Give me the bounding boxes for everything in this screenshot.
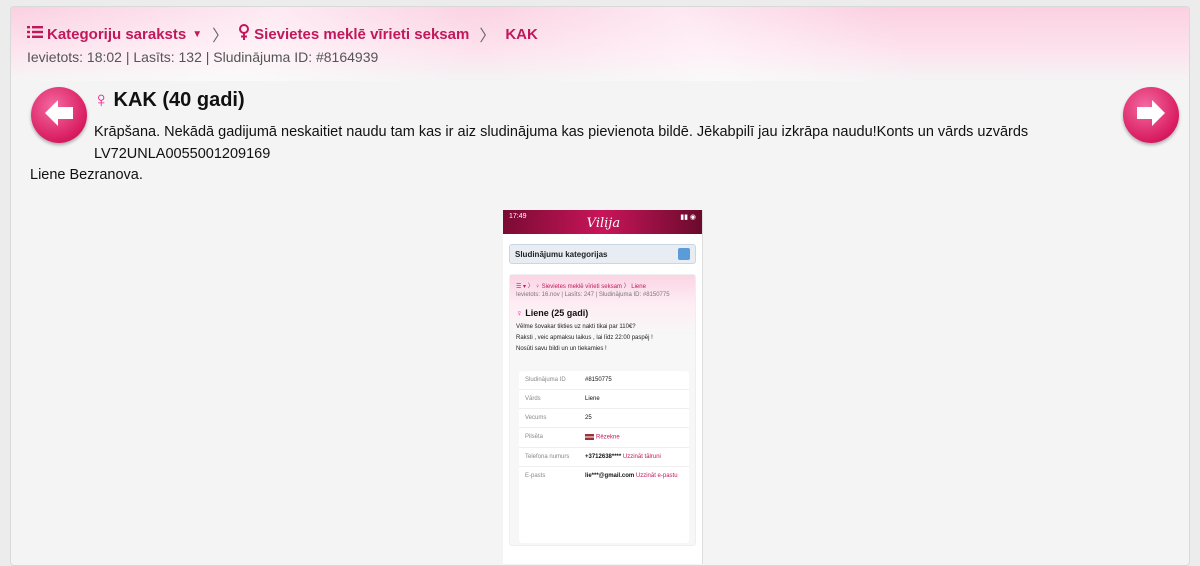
attached-screenshot[interactable]: 17:49 Vilija ▮▮ ◉ Sludinājumu kategorija… xyxy=(503,210,703,564)
table-row: E-pasts lie***@gmail.com Uzzināt e-pastu xyxy=(519,467,689,485)
previous-ad-button[interactable] xyxy=(31,87,87,143)
row-key: Telefona numurs xyxy=(525,453,570,460)
phone-number: +3712638**** xyxy=(585,453,622,460)
phone-meta: Ievietots: 16.nov | Lasīts: 247 | Sludin… xyxy=(516,292,670,298)
row-key: Pilsēta xyxy=(525,434,544,440)
phone-title: ♀ Liene (25 gadi) xyxy=(510,298,695,318)
row-key: Sludinājuma ID xyxy=(525,377,566,383)
row-value: Rēzekne xyxy=(585,434,683,441)
table-row: Pilsēta Rēzekne xyxy=(519,428,689,448)
ad-description: Krāpšana. Nekādā gadijumā neskaitiet nau… xyxy=(94,124,1029,162)
chevron-right-icon: 〉 xyxy=(479,28,496,45)
row-key: Vecums xyxy=(525,415,547,421)
phone-details-table: Sludinājuma ID #8150775 Vārds Liene Vecu… xyxy=(519,371,689,543)
phone-desc-line: Nosūti savu bildi un un tiekamies ! xyxy=(516,346,607,352)
ad-card: Kategoriju saraksts ▼ 〉 Sievietes meklē … xyxy=(10,6,1190,566)
row-value: lie***@gmail.com Uzzināt e-pastu xyxy=(585,473,683,479)
female-icon: ♀ xyxy=(93,87,110,112)
reveal-phone-link: Uzzināt tālruni xyxy=(622,453,661,460)
phone-ad-card: ☰ ▾ 〉 ♀ Sievietes meklē vīrieti seksam 〉… xyxy=(509,274,696,546)
phone-desc-line: Vēlme šovakar tikties uz nakti tikai par… xyxy=(516,324,636,330)
ad-title: ♀ KAK (40 gadi) xyxy=(93,87,245,113)
phone-category-bar: Sludinājumu kategorijas xyxy=(509,244,696,264)
site-logo: Vilija xyxy=(586,216,621,231)
menu-icon xyxy=(678,248,690,260)
caret-down-icon: ▼ xyxy=(192,28,203,40)
phone-breadcrumb-section: Sievietes meklē vīrieti seksam xyxy=(541,284,622,290)
chevron-right-icon: 〉 xyxy=(212,28,229,45)
row-key: E-pasts xyxy=(525,472,546,479)
phone-desc-line: Raksti , veic apmaksu laikus , lai līdz … xyxy=(516,335,653,341)
reveal-email-link: Uzzināt e-pastu xyxy=(635,472,678,479)
row-key: Vārds xyxy=(525,396,541,402)
row-value: 25 xyxy=(585,415,592,421)
breadcrumb-section[interactable]: Sievietes meklē vīrieti seksam xyxy=(238,24,469,44)
ad-title-text: KAK (40 gadi) xyxy=(113,88,245,111)
arrow-right-icon xyxy=(1137,99,1165,131)
breadcrumb-current-label: KAK xyxy=(505,25,538,43)
breadcrumb-categories-label: Kategoriju saraksts xyxy=(47,25,187,43)
table-row: Telefona numurs +3712638**** Uzzināt tāl… xyxy=(519,448,689,467)
ad-author-line: Liene Bezranova. xyxy=(30,167,143,183)
table-row: Sludinājuma ID #8150775 xyxy=(519,371,689,390)
phone-breadcrumb-current: Liene xyxy=(631,284,646,290)
phone-breadcrumb: ☰ ▾ 〉 ♀ Sievietes meklē vīrieti seksam 〉… xyxy=(516,284,646,290)
phone-title-text: Liene (25 gadi) xyxy=(525,308,589,318)
city-link: Rēzekne xyxy=(596,434,620,441)
phone-time: 17:49 xyxy=(509,213,527,220)
status-icons: ▮▮ ◉ xyxy=(680,214,696,221)
email: lie***@gmail.com xyxy=(585,472,635,479)
row-value: #8150775 xyxy=(585,377,612,383)
table-row: Vecums 25 xyxy=(519,409,689,428)
next-ad-button[interactable] xyxy=(1123,87,1179,143)
arrow-left-icon xyxy=(45,99,73,131)
list-icon xyxy=(27,25,43,43)
phone-category-label: Sludinājumu kategorijas xyxy=(515,249,608,259)
breadcrumb-current[interactable]: KAK xyxy=(505,26,538,43)
row-value: Liene xyxy=(585,396,600,402)
breadcrumb-categories[interactable]: Kategoriju saraksts ▼ xyxy=(27,25,202,43)
header-background xyxy=(11,7,1189,81)
phone-status-bar: 17:49 Vilija ▮▮ ◉ xyxy=(503,210,702,234)
phone-description: Vēlme šovakar tikties uz nakti tikai par… xyxy=(510,318,695,355)
table-row: Vārds Liene xyxy=(519,390,689,409)
row-value: +3712638**** Uzzināt tālruni xyxy=(585,454,683,460)
breadcrumb: Kategoriju saraksts ▼ 〉 Sievietes meklē … xyxy=(27,24,538,45)
ad-meta: Ievietots: 18:02 | Lasīts: 132 | Sludinā… xyxy=(27,49,379,65)
female-icon xyxy=(238,24,250,44)
female-icon: ♀ xyxy=(516,308,523,318)
breadcrumb-section-label: Sievietes meklē vīrieti seksam xyxy=(254,25,470,43)
latvia-flag-icon xyxy=(585,434,594,440)
